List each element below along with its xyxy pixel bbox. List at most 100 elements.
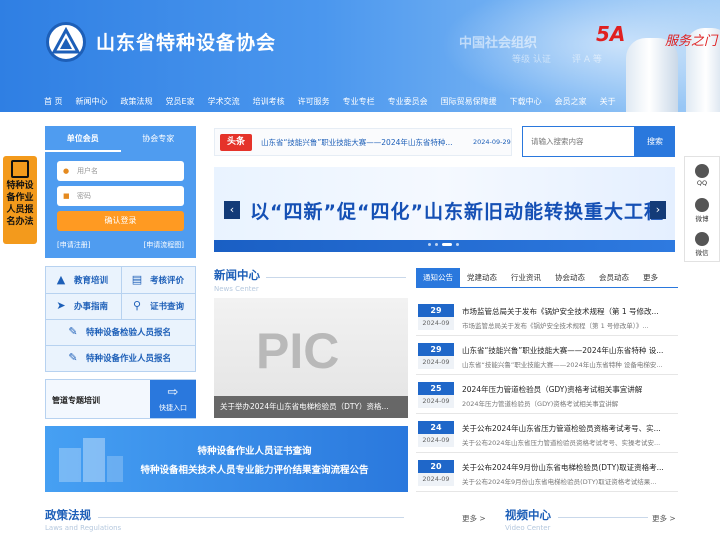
login-tabs: 单位会员 协会专家	[45, 126, 196, 152]
nav-item-trade[interactable]: 国际贸易保障援	[441, 96, 497, 107]
login-button[interactable]: 确认登录	[57, 211, 184, 231]
login-panel: 单位会员 协会专家 ● 用户名 ■ 密码 确认登录 [申请注册] [申请流程图]	[45, 126, 196, 258]
news-title[interactable]: 市场监管总局关于发布《锅炉安全技术规程（第 1 号修改...	[462, 306, 676, 317]
video-more-link[interactable]: 更多 >	[652, 513, 676, 524]
document-list-icon	[11, 160, 29, 178]
news-title[interactable]: 山东省“技能兴鲁”职业技能大赛——2024年山东省特种 设...	[462, 345, 676, 356]
list-item[interactable]: 29 2024-09 市场监管总局关于发布《锅炉安全技术规程（第 1 号修改..…	[416, 300, 678, 336]
pencil-icon: ✎	[68, 351, 78, 364]
operator-signup-float[interactable]: 特种设备作业人员报名办法	[3, 156, 37, 244]
banner-prev-button[interactable]: ‹	[224, 201, 240, 219]
search-input[interactable]	[522, 126, 635, 157]
banner-next-button[interactable]: ›	[650, 201, 666, 219]
banner-dot[interactable]	[428, 243, 431, 246]
nav-item-academic[interactable]: 学术交流	[208, 96, 240, 107]
cooling-tower-image	[626, 38, 678, 112]
news-desc: 市场监管总局关于发布《锅炉安全技术规程（第 1 号修改单）》...	[462, 322, 649, 330]
quick-links: ▲ 教育培训 ▤ 考核评价 ➤ 办事指南 ⚲ 证书查询 ✎ 特种设备检验人员报名…	[45, 266, 196, 372]
register-link[interactable]: [申请注册]	[57, 240, 90, 250]
headline-badge: 头条	[220, 134, 252, 151]
news-title[interactable]: 2024年压力管道检验员（GDY)资格考试相关事宜讲解	[462, 384, 676, 395]
banner-text: 以“四新”促“四化”山东新旧动能转换重大工程	[250, 201, 664, 223]
tab-notices[interactable]: 通知公告	[416, 268, 460, 287]
list-item[interactable]: 25 2024-09 2024年压力管道检验员（GDY)资格考试相关事宜讲解 2…	[416, 378, 678, 414]
nav-item-column[interactable]: 专业专栏	[343, 96, 375, 107]
headline-link[interactable]: 山东省“技能兴鲁”职业技能大赛——2024年山东省特种...	[261, 137, 467, 148]
tab-member[interactable]: 会员动态	[592, 268, 636, 287]
news-center-subtitle: News Center	[214, 285, 259, 293]
news-picture[interactable]: PIC 关于举办2024年山东省电梯检验员（DTY）资格...	[214, 298, 408, 418]
evaluation-link[interactable]: ▤ 考核评价	[122, 267, 196, 293]
tab-more[interactable]: 更多	[636, 268, 665, 287]
clipboard-icon: ▤	[131, 273, 143, 286]
date-box: 29 2024-09	[418, 304, 454, 332]
org-label: 中国社会组织	[459, 36, 538, 51]
guide-link[interactable]: ➤ 办事指南	[46, 293, 121, 319]
search-doc-icon: ⚲	[132, 299, 142, 312]
weibo-label: 微博	[695, 215, 709, 223]
date-day: 29	[418, 304, 454, 317]
nav-item-party[interactable]: 党员E家	[166, 96, 195, 107]
nav-item-news[interactable]: 新闻中心	[76, 96, 108, 107]
date-box: 24 2024-09	[418, 421, 454, 449]
news-desc: 关于公布2024年山东省压力管道检验员资格考试考号、实操考试安...	[462, 439, 661, 447]
tab-unit-member[interactable]: 单位会员	[45, 126, 121, 152]
tab-association[interactable]: 协会动态	[548, 268, 592, 287]
nav-item-about[interactable]: 关于	[600, 96, 616, 107]
nav-item-home[interactable]: 首 页	[44, 96, 63, 107]
nav-item-member[interactable]: 会员之家	[555, 96, 587, 107]
weibo-link[interactable]: 微博	[685, 193, 719, 227]
picture-placeholder: PIC	[256, 323, 340, 379]
enter-icon: ⇨	[167, 385, 179, 400]
password-field[interactable]: ■ 密码	[57, 186, 184, 206]
wechat-link[interactable]: 微信	[685, 227, 719, 261]
user-icon: ●	[63, 167, 70, 175]
date-month: 2024-09	[418, 473, 454, 486]
education-link[interactable]: ▲ 教育培训	[46, 267, 121, 293]
site-title[interactable]: 山东省特种设备协会	[96, 28, 276, 55]
education-label: 教育培训	[74, 276, 109, 286]
cert-query-link[interactable]: ⚲ 证书查询	[122, 293, 196, 319]
username-field[interactable]: ● 用户名	[57, 161, 184, 181]
password-placeholder: 密码	[77, 192, 91, 200]
tab-party[interactable]: 党建动态	[460, 268, 504, 287]
nav-item-committee[interactable]: 专业委员会	[388, 96, 428, 107]
guide-label: 办事指南	[74, 302, 109, 312]
news-title[interactable]: 关于公布2024年山东省压力管道检验员资格考试考号、实...	[462, 423, 676, 434]
operator-signup-link[interactable]: ✎ 特种设备作业人员报名	[58, 345, 196, 371]
list-item[interactable]: 24 2024-09 关于公布2024年山东省压力管道检验员资格考试考号、实..…	[416, 417, 678, 453]
nav-item-license[interactable]: 许可服务	[298, 96, 330, 107]
qq-link[interactable]: QQ	[685, 159, 719, 193]
tab-industry[interactable]: 行业资讯	[504, 268, 548, 287]
site-logo[interactable]	[46, 22, 86, 62]
inspector-signup-link[interactable]: ✎ 特种设备检验人员报名	[58, 319, 196, 345]
nav-item-training[interactable]: 培训考核	[253, 96, 285, 107]
nav-item-policy[interactable]: 政策法规	[121, 96, 153, 107]
wechat-label: 微信	[695, 249, 709, 257]
pipeline-label: 管道专题培训	[52, 396, 100, 405]
list-item[interactable]: 20 2024-09 关于公布2024年9月份山东省电梯检验员(DTY)取证资格…	[416, 456, 678, 492]
wechat-icon	[695, 232, 709, 246]
news-title[interactable]: 关于公布2024年9月份山东省电梯检验员(DTY)取证资格考...	[462, 462, 676, 473]
float-label: 特种设备作业人员报名办法	[6, 181, 34, 227]
news-center-title: 新闻中心	[214, 268, 260, 282]
process-link[interactable]: [申请流程图]	[144, 240, 184, 250]
nav-item-download[interactable]: 下载中心	[510, 96, 542, 107]
quick-entry-button[interactable]: ⇨ 快捷入口	[150, 380, 196, 418]
banner-dot[interactable]	[435, 243, 438, 246]
policy-subtitle: Laws and Regulations	[45, 524, 122, 532]
search-button[interactable]: 搜索	[635, 126, 675, 157]
tab-expert[interactable]: 协会专家	[121, 126, 197, 152]
picture-caption[interactable]: 关于举办2024年山东省电梯检验员（DTY）资格...	[214, 396, 408, 418]
list-item[interactable]: 29 2024-09 山东省“技能兴鲁”职业技能大赛——2024年山东省特种 设…	[416, 339, 678, 375]
banner-dot-active[interactable]	[442, 243, 452, 246]
video-title: 视频中心	[505, 508, 551, 522]
cert-query-banner[interactable]: 特种设备作业人员证书查询 特种设备相关技术人员专业能力评价结果查询流程公告	[45, 426, 408, 492]
date-month: 2024-09	[418, 434, 454, 447]
cert-query-label: 证书查询	[150, 302, 185, 312]
banner-dot[interactable]	[456, 243, 459, 246]
policy-more-link[interactable]: 更多 >	[462, 513, 486, 524]
social-float: QQ 微博 微信	[684, 156, 720, 262]
login-links: [申请注册] [申请流程图]	[57, 240, 184, 250]
qq-label: QQ	[696, 179, 708, 187]
